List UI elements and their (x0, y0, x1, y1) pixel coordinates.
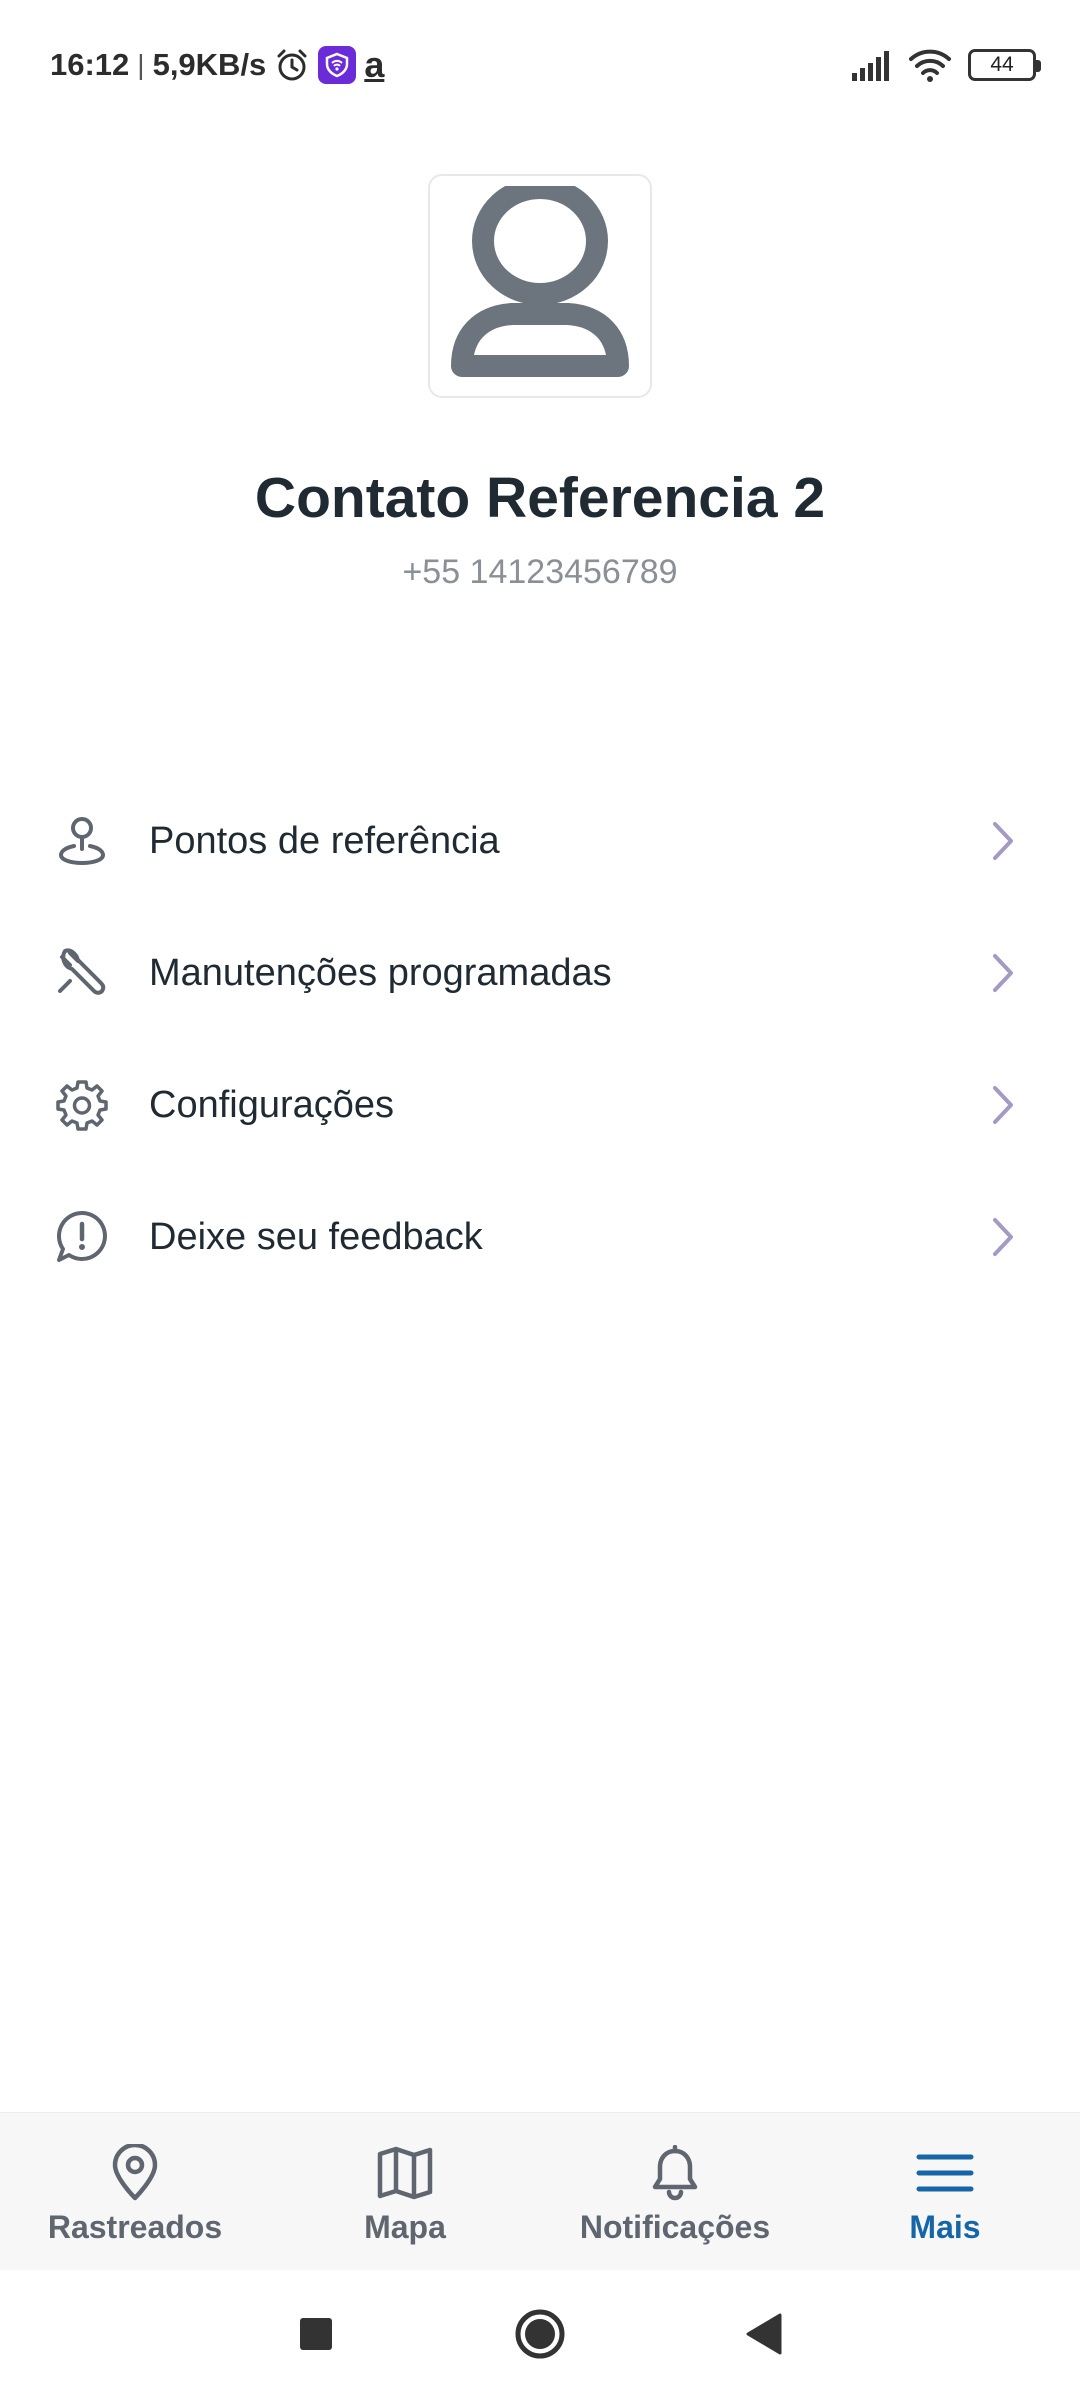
user-avatar-icon (440, 176, 640, 387)
status-left: 16:12 | 5,9KB/s a (50, 42, 384, 88)
tab-notificacoes[interactable]: Notificações (540, 2113, 810, 2271)
settings-menu: Pontos de referência Manutenções program… (0, 775, 1080, 1303)
tab-label: Notificações (579, 2209, 771, 2245)
alarm-icon (274, 47, 310, 83)
network-speed: 5,9KB/s (152, 47, 267, 82)
battery-level: 44 (990, 53, 1014, 76)
home-button[interactable] (510, 2306, 570, 2366)
gear-icon (54, 1077, 110, 1133)
menu-item-configuracoes[interactable]: Configurações (0, 1039, 1080, 1171)
system-navigation-bar (0, 2270, 1080, 2400)
map-pin-icon (103, 2141, 167, 2205)
status-bar: 16:12 | 5,9KB/s a 44 (0, 0, 1080, 130)
menu-item-pontos-de-referencia[interactable]: Pontos de referência (0, 775, 1080, 907)
menu-icon (913, 2141, 977, 2205)
map-icon (373, 2141, 437, 2205)
chevron-right-icon (988, 817, 1018, 865)
wrench-icon (54, 945, 110, 1001)
status-right: 44 (850, 44, 1041, 86)
feedback-icon (54, 1209, 110, 1265)
tab-mais[interactable]: Mais (810, 2113, 1080, 2271)
menu-item-label: Deixe seu feedback (149, 1215, 483, 1258)
menu-item-label: Pontos de referência (149, 819, 500, 862)
bottom-navigation: Rastreados Mapa Notificações Mais (0, 2112, 1080, 2270)
user-avatar[interactable] (428, 174, 652, 398)
tab-mapa[interactable]: Mapa (270, 2113, 540, 2271)
chevron-right-icon (988, 1213, 1018, 1261)
amazon-icon: a (364, 44, 385, 85)
tab-label: Mapa (364, 2209, 446, 2245)
tab-label: Rastreados (47, 2209, 223, 2245)
chevron-right-icon (988, 1081, 1018, 1129)
recent-apps-button[interactable] (286, 2306, 346, 2366)
square-icon (298, 2316, 334, 2357)
menu-item-manutencoes-programadas[interactable]: Manutenções programadas (0, 907, 1080, 1039)
signal-icon (850, 49, 894, 81)
wifi-icon (908, 47, 954, 83)
menu-item-label: Configurações (149, 1083, 395, 1126)
tab-rastreados[interactable]: Rastreados (0, 2113, 270, 2271)
menu-item-label: Manutenções programadas (149, 951, 612, 994)
status-time: 16:12 (50, 47, 130, 82)
back-button[interactable] (734, 2306, 794, 2366)
profile-phone: +55 14123456789 (402, 553, 678, 591)
chevron-right-icon (988, 949, 1018, 997)
profile-name: Contato Referencia 2 (254, 466, 826, 530)
circle-icon (513, 2307, 567, 2366)
back-triangle-icon (744, 2312, 784, 2361)
menu-item-deixe-seu-feedback[interactable]: Deixe seu feedback (0, 1171, 1080, 1303)
tab-label: Mais (909, 2209, 981, 2245)
battery-icon: 44 (968, 49, 1041, 81)
bell-icon (643, 2141, 707, 2205)
status-separator: | (137, 49, 145, 80)
vpn-icon (318, 46, 357, 84)
location-pin-icon (54, 813, 110, 869)
